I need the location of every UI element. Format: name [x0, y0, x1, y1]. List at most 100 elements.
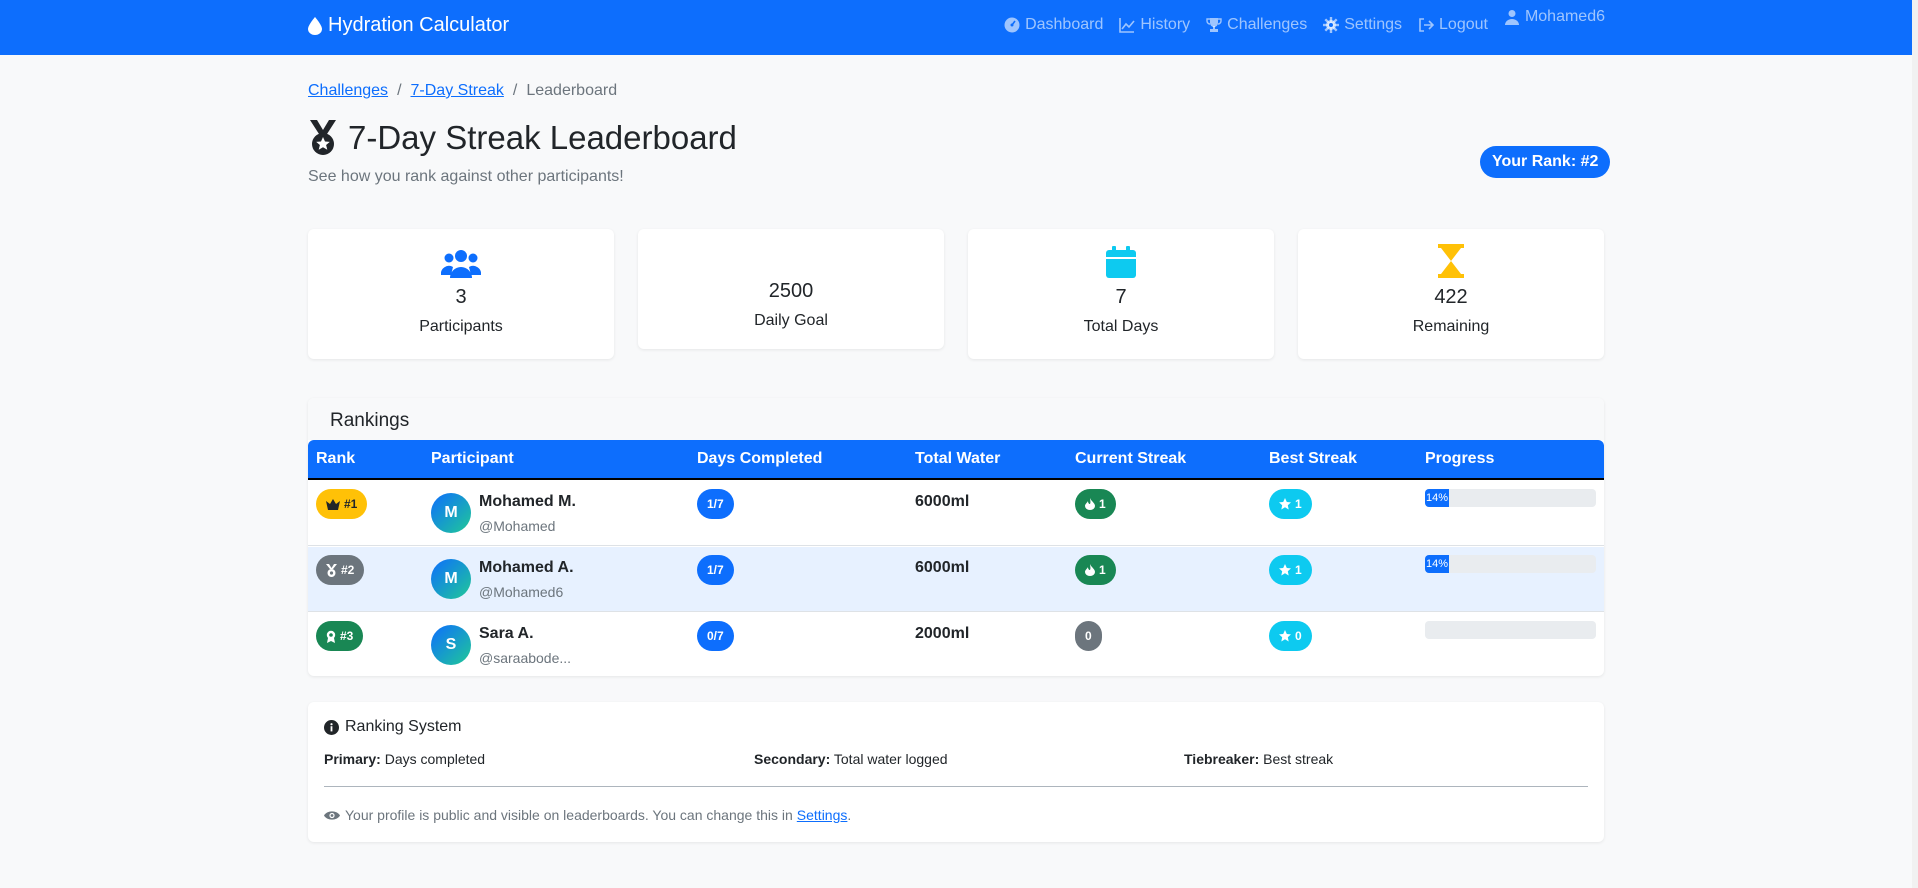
- total-water: 2000ml: [915, 625, 970, 642]
- best-streak-value: 1: [1295, 497, 1302, 511]
- stat-value: 3: [455, 286, 467, 308]
- rank-label: #2: [341, 563, 355, 577]
- table-row: #3 S Sara A. @saraabode... 0/7 2000ml 0 …: [308, 613, 1604, 676]
- ranking-primary: Primary: Days completed: [324, 751, 485, 767]
- privacy-note-text: Your profile is public and visible on le…: [345, 807, 793, 823]
- rankings-card: Rankings Rank Participant Days Completed…: [308, 398, 1604, 676]
- ranking-secondary: Secondary: Total water logged: [754, 751, 948, 767]
- progress-bar: [1425, 621, 1596, 639]
- current-streak-badge: 0: [1075, 621, 1102, 651]
- brand-label: Hydration Calculator: [328, 14, 510, 36]
- column-header: Best Streak: [1269, 450, 1358, 467]
- total-water: 6000ml: [915, 559, 970, 576]
- nav-user[interactable]: Mohamed6: [1504, 8, 1605, 26]
- participant: Mohamed M. @Mohamed: [479, 493, 576, 534]
- participant: Mohamed A. @Mohamed6: [479, 559, 574, 600]
- droplet-icon: [308, 16, 322, 35]
- participant: Sara A. @saraabode...: [479, 625, 571, 666]
- breadcrumb-7-day-streak[interactable]: 7-Day Streak: [411, 82, 504, 100]
- participant-username: @Mohamed: [479, 518, 556, 534]
- nav-user-label: Mohamed6: [1524, 8, 1605, 25]
- current-streak-badge: 1: [1075, 489, 1116, 519]
- days-badge: 1/7: [697, 489, 734, 519]
- best-streak-badge: 0: [1269, 621, 1312, 651]
- participant-name: Mohamed M.: [479, 493, 576, 510]
- table-row: #1 M Mohamed M. @Mohamed 1/7 6000ml 1 1 …: [308, 481, 1604, 546]
- stat-value: 7: [1115, 286, 1127, 308]
- nav-settings[interactable]: Settings: [1323, 16, 1402, 34]
- progress-bar: 14%: [1425, 489, 1596, 507]
- column-header: Current Streak: [1075, 450, 1187, 467]
- nav-dashboard[interactable]: Dashboard: [1004, 16, 1103, 34]
- days-badge: 0/7: [697, 621, 734, 651]
- total-water: 6000ml: [915, 493, 970, 510]
- avatar: S: [431, 625, 471, 665]
- column-header: Progress: [1425, 450, 1495, 467]
- stat-card-daily-goal: 2500 Daily Goal: [638, 229, 944, 349]
- breadcrumb-separator: /: [397, 82, 402, 99]
- nav-links: Dashboard History Challenges Settings Lo…: [1004, 8, 1605, 34]
- nav-logout[interactable]: Logout: [1418, 16, 1488, 34]
- brand[interactable]: Hydration Calculator: [308, 14, 509, 37]
- rank-badge: #2: [316, 555, 365, 585]
- stat-label: Total Days: [1083, 318, 1159, 335]
- stat-label: Participants: [419, 318, 503, 335]
- primary-value: Days completed: [384, 751, 486, 767]
- nav-history[interactable]: History: [1119, 16, 1190, 34]
- nav-history-label: History: [1140, 16, 1191, 33]
- nav-challenges[interactable]: Challenges: [1206, 16, 1307, 34]
- progress-fill: 14%: [1425, 555, 1449, 573]
- logout-icon: [1419, 18, 1435, 32]
- current-streak-value: 0: [1085, 629, 1092, 643]
- crown-icon: [326, 498, 340, 510]
- trophy-icon: [1206, 18, 1222, 32]
- column-header: Participant: [431, 450, 514, 467]
- tiebreaker-value: Best streak: [1263, 751, 1334, 767]
- breadcrumb-separator: /: [512, 82, 518, 99]
- page-title: 7-Day Streak Leaderboard: [308, 119, 737, 157]
- calendar-icon: [1106, 246, 1136, 278]
- breadcrumb-challenges[interactable]: Challenges: [308, 82, 388, 100]
- settings-link[interactable]: Settings: [797, 807, 848, 823]
- stat-value: 422: [1434, 286, 1468, 308]
- your-rank-badge: Your Rank: #2: [1480, 146, 1611, 178]
- ranking-system-title-text: Ranking System: [345, 718, 462, 735]
- column-header: Days Completed: [697, 450, 823, 467]
- award-icon: [326, 630, 336, 643]
- avatar: M: [431, 559, 471, 599]
- ranking-system-card: Ranking System Primary: Days completed S…: [308, 702, 1604, 842]
- best-streak-value: 0: [1295, 629, 1302, 643]
- breadcrumb-current: Leaderboard: [526, 82, 618, 99]
- nav-challenges-label: Challenges: [1227, 16, 1308, 33]
- best-streak-badge: 1: [1269, 489, 1312, 519]
- stat-card-total-days: 7 Total Days: [968, 229, 1274, 359]
- rank-label: #3: [340, 629, 354, 643]
- progress-fill: 14%: [1425, 489, 1449, 507]
- stat-label: Remaining: [1412, 318, 1490, 335]
- primary-label: Primary:: [324, 751, 381, 767]
- days-badge: 1/7: [697, 555, 734, 585]
- star-icon: [1279, 498, 1291, 510]
- page-subtitle: See how you rank against other participa…: [308, 168, 624, 185]
- best-streak-badge: 1: [1269, 555, 1312, 585]
- stat-label: Daily Goal: [754, 312, 828, 329]
- privacy-note: Your profile is public and visible on le…: [324, 807, 851, 823]
- gear-icon: [1323, 17, 1340, 33]
- secondary-label: Secondary:: [754, 751, 831, 767]
- secondary-value: Total water logged: [833, 751, 948, 767]
- fire-icon: [1085, 564, 1095, 576]
- table-header: Rank Participant Days Completed Total Wa…: [308, 440, 1604, 480]
- avatar: M: [431, 493, 471, 533]
- participant-name: Sara A.: [479, 625, 534, 642]
- scrollbar[interactable]: [1912, 0, 1918, 888]
- current-streak-value: 1: [1099, 497, 1106, 511]
- fire-icon: [1085, 498, 1095, 510]
- hourglass-icon: [1438, 244, 1464, 278]
- info-icon: [324, 719, 339, 735]
- ranking-system-title: Ranking System: [324, 718, 462, 736]
- tiebreaker-label: Tiebreaker:: [1184, 751, 1260, 767]
- gauge-icon: [1004, 17, 1020, 33]
- stat-value: 2500: [768, 280, 814, 302]
- rankings-title: Rankings: [308, 398, 1604, 440]
- users-icon: [441, 250, 481, 278]
